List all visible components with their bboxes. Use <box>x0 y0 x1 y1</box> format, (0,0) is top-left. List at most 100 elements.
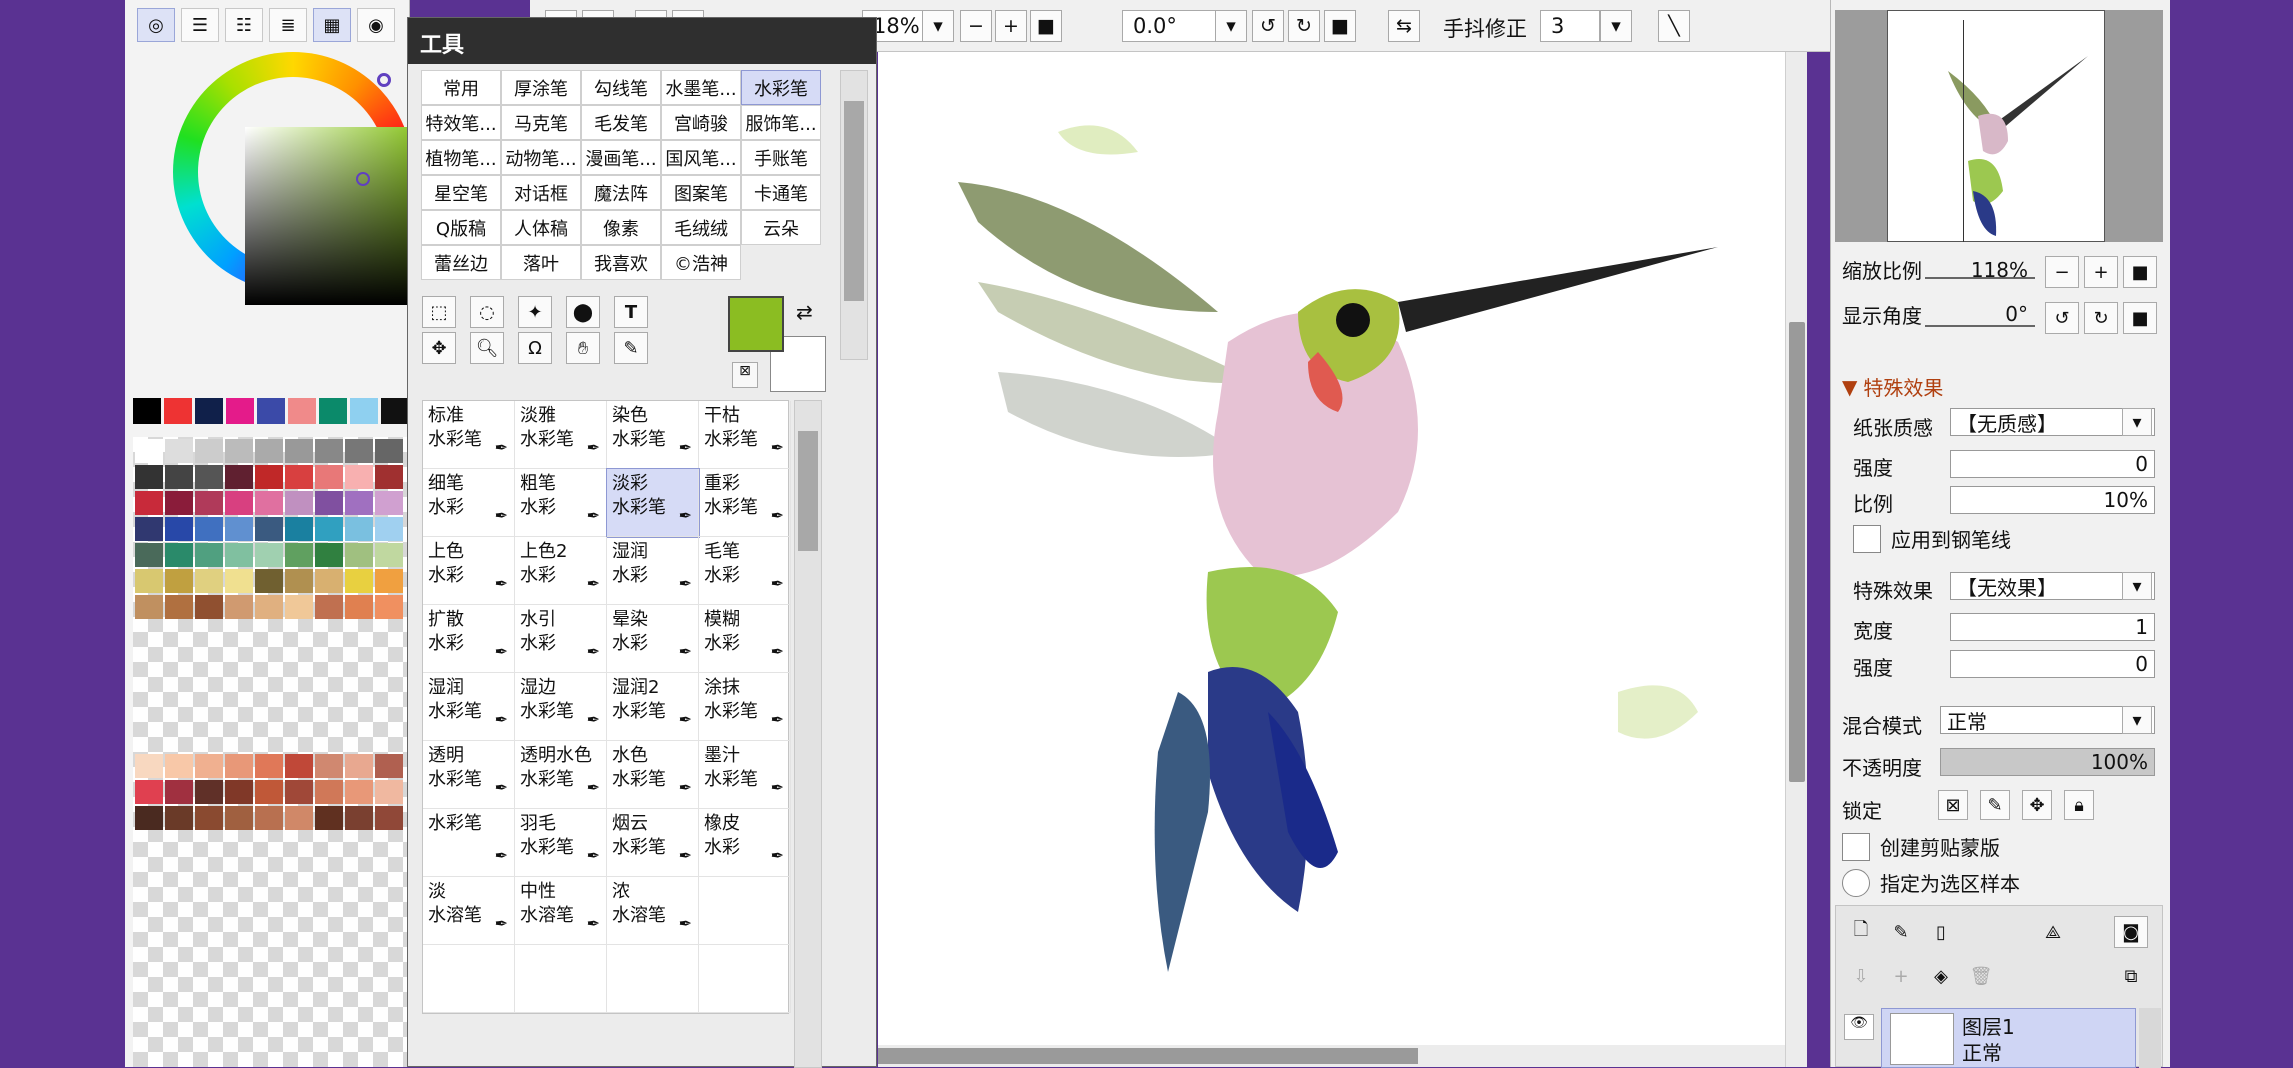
brush-category-tab[interactable]: 图案笔 <box>661 175 741 210</box>
apply-pen-row[interactable]: 应用到钢笔线 <box>1853 524 2011 553</box>
rect-select-icon[interactable]: ⬚ <box>422 296 456 328</box>
brush-category-tab[interactable]: 我喜欢 <box>581 245 661 280</box>
layer-item[interactable]: 图层1 正常 <box>1881 1008 2136 1068</box>
strength-field[interactable]: 0 <box>1950 450 2155 478</box>
brush-category-tab[interactable]: 马克笔 <box>501 105 581 140</box>
sv-cursor[interactable] <box>356 172 370 186</box>
navigator[interactable] <box>1835 10 2163 242</box>
effect-dropdown-icon[interactable]: ▾ <box>2122 572 2152 600</box>
swatch-list-icon[interactable]: ≣ <box>269 8 307 42</box>
stabilizer-field[interactable]: 3 <box>1540 10 1600 42</box>
brush-preset[interactable]: 上色 水彩 ✒ <box>423 537 515 605</box>
brush-category-tab[interactable]: 动物笔... <box>501 140 581 175</box>
brush-preset[interactable]: 墨汁 水彩笔 ✒ <box>699 741 791 809</box>
new-layer-icon[interactable]: 🗋︎ <box>1844 916 1878 948</box>
recent-color-swatch[interactable] <box>164 398 192 424</box>
clear-layer-icon[interactable]: ◈ <box>1924 960 1958 992</box>
brush-preset[interactable]: 细笔 水彩 ✒ <box>423 469 515 537</box>
width-field[interactable]: 1 <box>1950 613 2155 641</box>
brush-preset[interactable]: 水彩笔 ✒ <box>423 809 515 877</box>
brush-category-tab[interactable]: 特效笔... <box>421 105 501 140</box>
zoom-reset-icon[interactable]: ■ <box>1030 10 1062 42</box>
brush-category-tab[interactable]: 服饰笔... <box>741 105 821 140</box>
delete-layer-icon[interactable]: 🗑︎ <box>1964 960 1998 992</box>
opacity-bar[interactable]: 100% <box>1940 748 2155 776</box>
scale-field[interactable]: 10% <box>1950 486 2155 514</box>
brush-preset[interactable]: 羽毛 水彩笔 ✒ <box>515 809 607 877</box>
brush-preset[interactable]: 浓水溶笔 ✒ <box>607 877 699 945</box>
lasso-icon[interactable]: ◌ <box>470 296 504 328</box>
brush-preset[interactable]: 淡水溶笔 ✒ <box>423 877 515 945</box>
brush-preset[interactable]: 透明 水彩笔 ✒ <box>423 741 515 809</box>
recent-color-swatch[interactable] <box>226 398 254 424</box>
stabilizer-dropdown-icon[interactable]: ▾ <box>1600 10 1632 42</box>
brush-preset[interactable]: 橡皮 水彩 ✒ <box>699 809 791 877</box>
rgb-slider-icon[interactable]: ☰ <box>181 8 219 42</box>
flip-horizontal-icon[interactable]: ⇆ <box>1388 10 1420 42</box>
strength2-field[interactable]: 0 <box>1950 650 2155 678</box>
brush-preset[interactable]: 湿润2 水彩笔 ✒ <box>607 673 699 741</box>
zoom-out-icon[interactable]: − <box>960 10 992 42</box>
rotate-right-icon[interactable]: ↻ <box>1288 10 1320 42</box>
brush-preset[interactable]: 染色 水彩笔 ✒ <box>607 401 699 469</box>
zoom-in-icon[interactable]: + <box>995 10 1027 42</box>
angle-field[interactable]: 0.0° <box>1122 10 1222 42</box>
brush-category-tab[interactable]: 对话框 <box>501 175 581 210</box>
brush-category-tab[interactable]: 魔法阵 <box>581 175 661 210</box>
lock-paint-icon[interactable]: ✎ <box>1980 790 2010 820</box>
brush-category-tab[interactable]: ©浩神 <box>661 245 741 280</box>
layer-mask-icon[interactable]: ◙ <box>2114 916 2148 948</box>
brush-preset[interactable]: 水色 水彩笔 ✒ <box>607 741 699 809</box>
brush-preset[interactable]: 中性 水溶笔 ✒ <box>515 877 607 945</box>
brush-category-tab[interactable]: 常用 <box>421 70 501 105</box>
brush-preset[interactable]: 模糊 水彩 ✒ <box>699 605 791 673</box>
brush-preset[interactable]: 透明水色 水彩笔 ✒ <box>515 741 607 809</box>
brush-preset[interactable]: 烟云 水彩笔 ✒ <box>607 809 699 877</box>
brush-preset[interactable]: 扩散 水彩 ✒ <box>423 605 515 673</box>
scratchpad-icon[interactable]: ◉ <box>357 8 395 42</box>
brush-preset[interactable]: 重彩 水彩笔 ✒ <box>699 469 791 537</box>
angle-dropdown-icon[interactable]: ▾ <box>1215 10 1247 42</box>
brush-preset[interactable]: 标准 水彩笔 ✒ <box>423 401 515 469</box>
fill-shape-icon[interactable]: ⬤ <box>566 296 600 328</box>
recent-color-swatch[interactable] <box>133 398 161 424</box>
new-folder-icon[interactable]: ▯ <box>1924 916 1958 948</box>
recent-color-swatch[interactable] <box>319 398 347 424</box>
hue-cursor[interactable] <box>377 73 391 87</box>
saturation-value-square[interactable] <box>245 127 415 305</box>
canvas-horizontal-scrollbar[interactable] <box>878 1045 1785 1067</box>
brush-category-tab[interactable]: 像素 <box>581 210 661 245</box>
brush-preset[interactable]: 涂抹 水彩笔 ✒ <box>699 673 791 741</box>
brush-category-tab[interactable]: 人体稿 <box>501 210 581 245</box>
hsv-slider-icon[interactable]: ☷ <box>225 8 263 42</box>
sample-row[interactable]: 指定为选区样本 <box>1842 868 2020 897</box>
zoom-icon[interactable]: 🔍︎ <box>470 332 504 364</box>
brush-category-tab[interactable]: 落叶 <box>501 245 581 280</box>
palette-grid-icon[interactable]: ▦ <box>313 8 351 42</box>
brush-category-tab[interactable]: 毛发笔 <box>581 105 661 140</box>
rotate-reset-icon[interactable]: ■ <box>1324 10 1356 42</box>
color-wheel-mode-icon[interactable]: ◎ <box>137 8 175 42</box>
canvas-vertical-scrollbar[interactable] <box>1785 52 1807 1067</box>
brush-preset[interactable]: 湿润 水彩笔 ✒ <box>423 673 515 741</box>
brush-category-tab[interactable]: 蕾丝边 <box>421 245 501 280</box>
brush-category-tab[interactable]: 水彩笔 <box>741 70 821 105</box>
brush-category-tab[interactable]: 毛绒绒 <box>661 210 741 245</box>
brush-preset[interactable]: 干枯 水彩笔 ✒ <box>699 401 791 469</box>
eyedropper-icon[interactable]: ✎ <box>614 332 648 364</box>
layer-options-icon[interactable]: ⧉ <box>2114 960 2148 992</box>
new-vector-layer-icon[interactable]: ✎ <box>1884 916 1918 948</box>
recent-color-swatch[interactable] <box>350 398 378 424</box>
recent-color-swatch[interactable] <box>381 398 409 424</box>
brush-preset[interactable]: 淡彩 水彩笔 ✒ <box>606 468 700 538</box>
straight-line-icon[interactable]: ╲ <box>1658 10 1690 42</box>
brush-preset[interactable]: 毛笔 水彩 ✒ <box>699 537 791 605</box>
merge-down-icon[interactable]: ⇩ <box>1844 960 1878 992</box>
brush-preset[interactable]: 上色2 水彩 ✒ <box>515 537 607 605</box>
effects-section-header[interactable]: ▼ 特殊效果 <box>1842 372 1943 401</box>
category-scrollbar[interactable] <box>840 70 868 360</box>
apply-pen-checkbox[interactable] <box>1853 524 1881 553</box>
layer-scrollbar[interactable] <box>2139 1008 2161 1068</box>
brush-category-tab[interactable]: 宫崎骏 <box>661 105 741 140</box>
brush-category-tab[interactable]: 星空笔 <box>421 175 501 210</box>
